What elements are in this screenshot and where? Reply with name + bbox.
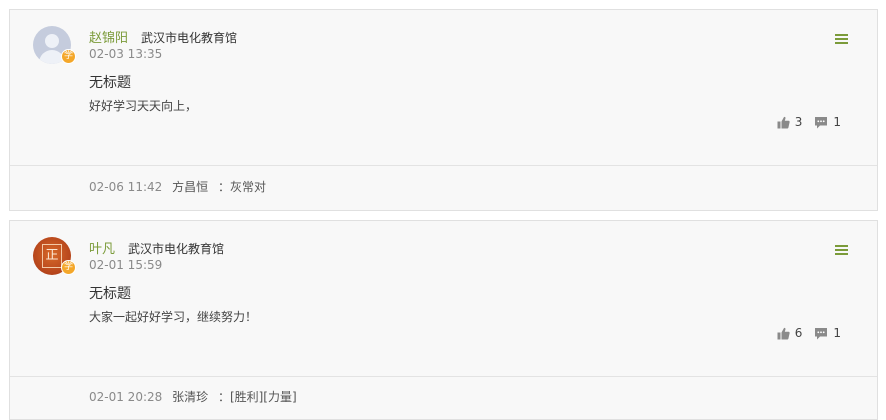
- reply-text: ：[胜利][力量]: [217, 390, 297, 404]
- post-stats: 6 1: [777, 326, 841, 340]
- post-stats: 3 1: [777, 115, 841, 129]
- like-button[interactable]: 3: [777, 115, 803, 129]
- reply-item: 02-06 11:42 方昌恒 ：灰常对: [89, 178, 266, 195]
- author-org: 武汉市电化教育馆: [141, 31, 238, 45]
- author-name[interactable]: 赵锦阳: [89, 27, 128, 46]
- like-button[interactable]: 6: [777, 326, 803, 340]
- reply-user[interactable]: 方昌恒: [172, 180, 208, 194]
- student-badge: 学: [61, 260, 76, 275]
- seal-glyph: 正: [42, 244, 62, 268]
- hamburger-menu-icon[interactable]: [835, 34, 848, 44]
- thumbs-up-icon: [777, 327, 790, 339]
- author-org: 武汉市电化教育馆: [128, 242, 225, 256]
- post-time: 02-01 15:59: [89, 258, 163, 272]
- user-silhouette-icon: [45, 34, 59, 48]
- author-name[interactable]: 叶凡: [89, 238, 115, 257]
- comment-bubble-icon: [815, 116, 828, 128]
- reply-text: ：灰常对: [217, 180, 266, 194]
- like-count: 3: [794, 115, 803, 129]
- post-body: 好好学习天天向上，: [89, 99, 198, 113]
- hamburger-menu-icon[interactable]: [835, 245, 848, 255]
- reply-time: 02-06 11:42: [89, 180, 163, 194]
- post-main: 学 赵锦阳 武汉市电化教育馆 02-03 13:35 无标题 好好学习天天向上，…: [10, 10, 877, 166]
- thumbs-up-icon: [777, 116, 790, 128]
- post-card: 正 学 叶凡 武汉市电化教育馆 02-01 15:59 无标题 大家一起好好学习…: [9, 220, 878, 420]
- comment-button[interactable]: 1: [814, 326, 841, 340]
- reply-item: 02-01 20:28 张清珍 ：[胜利][力量]: [89, 388, 297, 405]
- like-count: 6: [794, 326, 803, 340]
- post-time: 02-03 13:35: [89, 47, 163, 61]
- post-body: 大家一起好好学习，继续努力！: [89, 310, 258, 324]
- comment-bubble-icon: [815, 327, 828, 339]
- post-title: 无标题: [89, 286, 131, 302]
- post-main: 正 学 叶凡 武汉市电化教育馆 02-01 15:59 无标题 大家一起好好学习…: [10, 221, 877, 377]
- comment-count: 1: [833, 326, 841, 340]
- reply-user[interactable]: 张清珍: [172, 390, 208, 404]
- comment-count: 1: [833, 115, 841, 129]
- comment-button[interactable]: 1: [814, 115, 841, 129]
- post-title: 无标题: [89, 75, 131, 91]
- student-badge: 学: [61, 49, 76, 64]
- post-card: 学 赵锦阳 武汉市电化教育馆 02-03 13:35 无标题 好好学习天天向上，…: [9, 9, 878, 211]
- reply-time: 02-01 20:28: [89, 390, 163, 404]
